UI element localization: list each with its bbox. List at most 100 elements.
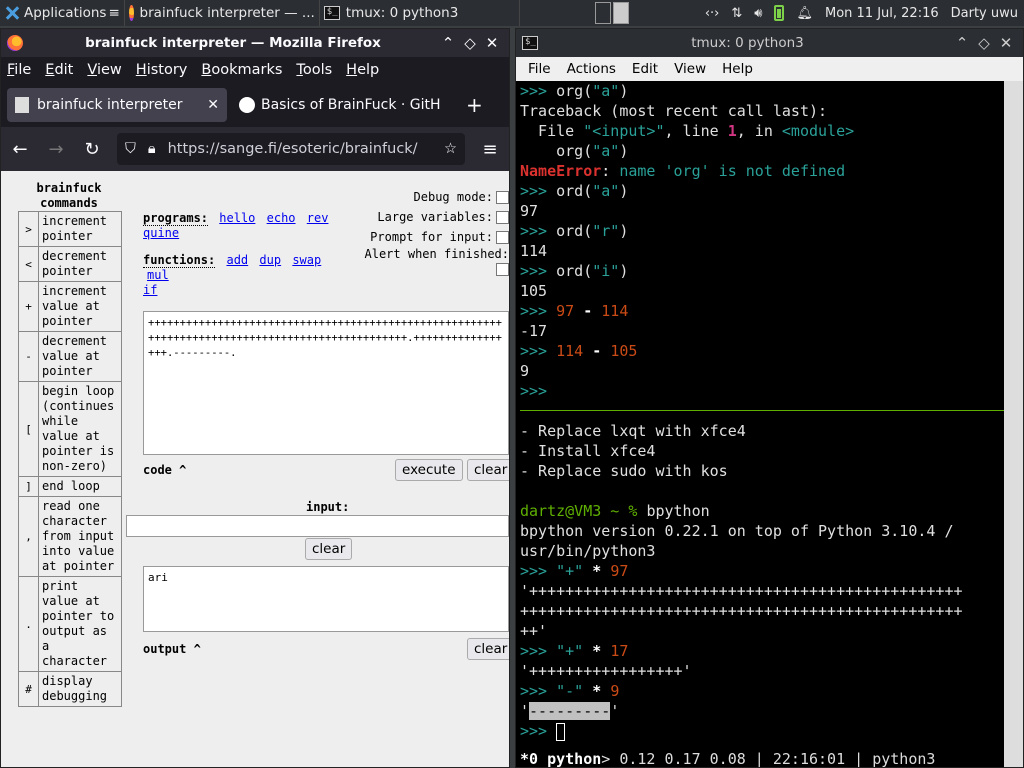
command-description: increment pointer xyxy=(38,211,122,247)
xfce-icon xyxy=(4,5,20,21)
menu-view[interactable]: View xyxy=(87,62,121,78)
url-bar[interactable]: ⛉ 🔒︎ https://sange.fi/esoteric/brainfuck… xyxy=(117,133,465,165)
terminal-menu-view[interactable]: View xyxy=(674,61,706,77)
function-link-add[interactable]: add xyxy=(226,253,248,267)
menu-tools[interactable]: Tools xyxy=(296,62,332,78)
transfer-icon[interactable]: ⇅ xyxy=(731,6,742,21)
function-link-mul[interactable]: mul xyxy=(147,268,169,282)
terminal-menu-file[interactable]: File xyxy=(528,61,551,77)
terminal-line: >>> "+" * 97 xyxy=(520,562,629,580)
function-link-if[interactable]: if xyxy=(143,283,157,297)
forward-button[interactable]: → xyxy=(45,139,67,160)
minimize-button[interactable]: ⌃ xyxy=(951,34,973,52)
terminal-line: '---------' xyxy=(520,702,620,720)
command-description: end loop xyxy=(38,476,122,497)
shield-icon[interactable]: ⛉ xyxy=(125,141,136,157)
program-link-quine[interactable]: quine xyxy=(143,226,179,240)
input-field[interactable] xyxy=(126,515,509,537)
command-symbol: - xyxy=(18,331,39,382)
clear-output-button[interactable]: clear xyxy=(467,638,509,660)
execute-button[interactable]: execute xyxy=(395,459,463,481)
workspace-1[interactable] xyxy=(595,2,612,24)
firefox-icon xyxy=(7,35,23,51)
tmux-window-name[interactable]: *0 python xyxy=(520,750,601,767)
tab-basics-of-brainfuck[interactable]: Basics of BrainFuck · GitH xyxy=(231,88,456,122)
command-row: < decrement pointer xyxy=(18,246,122,282)
large-variables-checkbox[interactable] xyxy=(496,211,509,224)
menu-file[interactable]: File xyxy=(7,62,31,78)
alert-finished-checkbox[interactable] xyxy=(496,263,509,276)
command-symbol: > xyxy=(18,211,39,247)
new-tab-button[interactable]: + xyxy=(466,93,483,117)
tab-brainfuck-interpreter[interactable]: brainfuck interpreter ✕ xyxy=(7,88,227,122)
function-link-dup[interactable]: dup xyxy=(259,253,281,267)
function-link-swap[interactable]: swap xyxy=(292,253,321,267)
tab-close-icon[interactable]: ✕ xyxy=(197,97,219,113)
terminal-menu-edit[interactable]: Edit xyxy=(632,61,658,77)
applications-menu[interactable]: Applications ≡ xyxy=(0,0,125,26)
bookmark-star-icon[interactable]: ☆ xyxy=(444,141,457,157)
close-button[interactable]: ✕ xyxy=(481,34,503,52)
terminal-line: Traceback (most recent call last): xyxy=(520,102,828,120)
command-symbol: # xyxy=(18,671,39,707)
terminal-line: >>> org("a") xyxy=(520,82,629,100)
terminal-line: ++' xyxy=(520,622,548,640)
command-row: ] end loop xyxy=(18,476,122,497)
output-label[interactable]: output ^ xyxy=(143,642,201,656)
menu-edit[interactable]: Edit xyxy=(45,62,73,78)
clear-input-button[interactable]: clear xyxy=(305,538,353,560)
code-textarea[interactable]: ++++++++++++++++++++++++++++++++++++++++… xyxy=(143,311,509,455)
output-textarea[interactable]: ari xyxy=(143,566,509,632)
terminal-line: >>> 97 - 114 xyxy=(520,302,629,320)
back-button[interactable]: ← xyxy=(9,139,31,160)
maximize-button[interactable]: ◇ xyxy=(973,34,995,52)
terminal-output[interactable]: >>> org("a") Traceback (most recent call… xyxy=(516,81,1004,767)
command-row: . print value at pointer to output as a c… xyxy=(18,576,122,672)
maximize-button[interactable]: ◇ xyxy=(459,34,481,52)
debug-mode-checkbox[interactable] xyxy=(496,191,509,204)
page-favicon xyxy=(15,97,29,113)
workspace-switcher[interactable] xyxy=(595,2,630,24)
terminal-line: 9 xyxy=(520,362,530,380)
firefox-titlebar[interactable]: brainfuck interpreter — Mozilla Firefox … xyxy=(1,29,509,57)
workspace-2[interactable] xyxy=(613,2,630,24)
menu-help[interactable]: Help xyxy=(346,62,379,78)
tab-bar: brainfuck interpreter ✕ Basics of BrainF… xyxy=(1,83,509,127)
bpython-banner: usr/bin/python3 xyxy=(520,542,656,560)
close-button[interactable]: ✕ xyxy=(995,34,1017,52)
menu-bookmarks[interactable]: Bookmarks xyxy=(201,62,282,78)
terminal-line: >>> ord("a") xyxy=(520,182,629,200)
shell-prompt-line: dartz@VM3 ~ % bpython xyxy=(520,502,710,520)
hamburger-menu-icon[interactable]: ≡ xyxy=(479,139,501,160)
program-link-rev[interactable]: rev xyxy=(307,211,329,225)
volume-icon[interactable]: 🔊︎ xyxy=(754,6,762,21)
clock[interactable]: Mon 11 Jul, 22:16 xyxy=(825,6,939,21)
prompt-input-checkbox[interactable] xyxy=(496,231,509,244)
terminal-line: File "<input>", line 1, in <module> xyxy=(520,122,855,140)
terminal-scrollbar[interactable] xyxy=(1004,81,1023,767)
reload-button[interactable]: ↻ xyxy=(81,139,103,160)
terminal-menu-actions[interactable]: Actions xyxy=(567,61,616,77)
network-icon[interactable]: ‹·› xyxy=(705,6,720,21)
clear-code-button[interactable]: clear xyxy=(467,459,509,481)
taskbar-item-firefox[interactable]: brainfuck interpreter — ... xyxy=(125,0,320,26)
user-name[interactable]: Darty uwu xyxy=(951,6,1018,21)
program-link-echo[interactable]: echo xyxy=(267,211,296,225)
github-icon xyxy=(239,97,255,113)
program-link-hello[interactable]: hello xyxy=(219,211,255,225)
minimize-button[interactable]: ⌃ xyxy=(437,34,459,52)
terminal-titlebar[interactable]: $_ tmux: 0 python3 ⌃ ◇ ✕ xyxy=(516,29,1023,57)
code-label[interactable]: code ^ xyxy=(143,463,186,477)
command-description: increment value at pointer xyxy=(38,281,122,332)
notification-bell-icon[interactable]: 🔔︎ xyxy=(796,6,813,21)
command-symbol: [ xyxy=(18,381,39,477)
commands-table: > increment pointer < decrement pointer + inc… xyxy=(18,211,122,707)
debug-mode-label: Debug mode: xyxy=(413,190,493,204)
commands-title: brainfuck commands xyxy=(36,181,102,210)
battery-icon[interactable] xyxy=(774,5,785,21)
menu-history[interactable]: History xyxy=(136,62,188,78)
navigation-toolbar: ← → ↻ ⛉ 🔒︎ https://sange.fi/esoteric/bra… xyxy=(1,127,509,171)
lock-icon[interactable]: 🔒︎ xyxy=(148,141,156,157)
terminal-menu-help[interactable]: Help xyxy=(722,61,753,77)
taskbar-item-terminal[interactable]: $_ tmux: 0 python3 xyxy=(320,0,520,26)
